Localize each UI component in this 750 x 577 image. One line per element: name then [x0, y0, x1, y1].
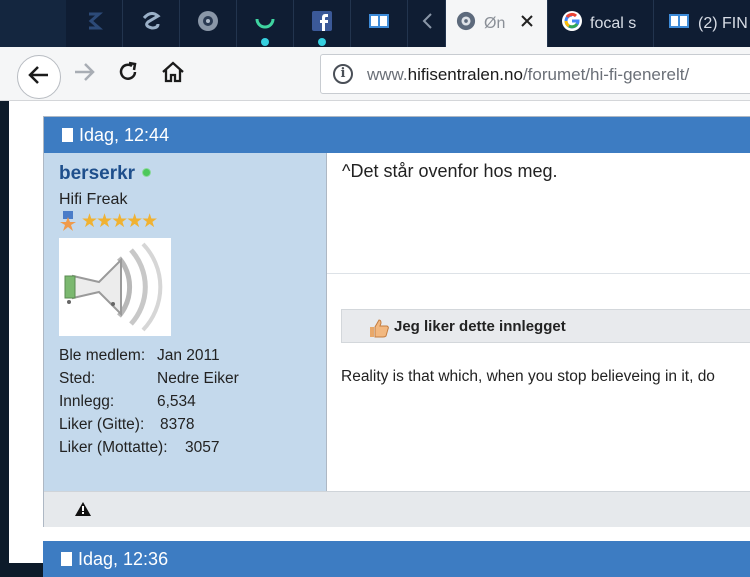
- url-path: /forumet/hi-fi-generelt/: [522, 65, 690, 84]
- document-icon: [62, 128, 73, 142]
- stat-value: 3057: [185, 439, 220, 456]
- tab-google[interactable]: focal s: [548, 0, 654, 47]
- tab-title: (2) FIN: [698, 14, 748, 32]
- stat-label: Liker (Mottatte):: [59, 439, 168, 456]
- s-logo-icon: [83, 10, 105, 37]
- home-icon: [161, 60, 185, 88]
- tab-scroll-left[interactable]: [408, 0, 446, 47]
- stat-label: Liker (Gitte):: [59, 416, 145, 433]
- user-rank: Hifi Freak: [59, 191, 128, 208]
- signature: Reality is that which, when you stop bel…: [341, 368, 715, 385]
- post-header: Idag, 12:44: [44, 117, 750, 153]
- notification-dot: [261, 38, 269, 46]
- document-icon: [61, 552, 72, 566]
- url-prefix: www.: [367, 65, 408, 84]
- url-text[interactable]: www.hifisentralen.no/forumet/hi-fi-gener…: [367, 65, 689, 85]
- rank-stars-icon: ★★★★★: [59, 210, 158, 233]
- disc-icon: [456, 11, 476, 36]
- tab-title: focal s: [590, 14, 637, 32]
- stat-row: Ble medlem: Jan 2011: [59, 344, 239, 367]
- stat-label: Sted:: [59, 370, 96, 387]
- user-info-panel: berserkr Hifi Freak ★★★★★ Ble medlem: Ja…: [44, 153, 327, 491]
- forward-button[interactable]: [67, 57, 101, 91]
- forum-post: Idag, 12:44 berserkr Hifi Freak ★★★★★ Bl…: [43, 116, 750, 527]
- tab-active[interactable]: Øn: [446, 0, 548, 47]
- notification-dot: [318, 38, 326, 46]
- stat-value: 8378: [160, 416, 195, 433]
- tab-title: Øn: [484, 14, 506, 32]
- sidebar-strip: [0, 0, 66, 47]
- tab-bar: Øn focal s (2) FIN: [0, 0, 750, 47]
- tab-pinned-disc[interactable]: [180, 0, 237, 47]
- reload-button[interactable]: [111, 57, 145, 91]
- stat-label: Ble medlem:: [59, 347, 146, 364]
- close-icon[interactable]: [520, 14, 534, 33]
- tab-pinned-loading[interactable]: [237, 0, 294, 47]
- tab-pinned-s[interactable]: [66, 0, 123, 47]
- user-stats: Ble medlem: Jan 2011 Sted: Nedre Eiker Inn…: [59, 344, 239, 459]
- loading-arc-icon: [254, 10, 276, 37]
- like-bar: Jeg liker dette innlegget: [341, 309, 750, 343]
- book-icon: [368, 13, 390, 34]
- arrow-left-icon: [28, 65, 50, 90]
- facebook-icon: [311, 10, 333, 37]
- chevron-left-icon: [421, 12, 433, 35]
- username-link[interactable]: berserkr: [59, 163, 135, 185]
- post-message: ^Det står ovenfor hos meg.: [342, 161, 558, 181]
- info-icon[interactable]: i: [333, 64, 353, 84]
- nav-toolbar: i www.hifisentralen.no/forumet/hi-fi-gen…: [0, 47, 750, 101]
- url-domain: hifisentralen.no: [407, 65, 523, 84]
- stat-row: Liker (Gitte): 8378: [59, 413, 239, 436]
- post-header: Idag, 12:36: [43, 541, 750, 577]
- star-rating: ★★★★★: [81, 211, 158, 232]
- back-button[interactable]: [17, 55, 61, 99]
- tab-pinned-facebook[interactable]: [294, 0, 351, 47]
- post-time: Idag, 12:44: [79, 124, 170, 145]
- tab-pinned-book[interactable]: [351, 0, 408, 47]
- google-icon: [562, 11, 582, 36]
- book-icon: [668, 13, 690, 34]
- stat-row: Innlegg: 6,534: [59, 390, 239, 413]
- avatar[interactable]: [59, 238, 171, 336]
- stat-value: Jan 2011: [157, 347, 220, 364]
- stat-row: Liker (Mottatte): 3057: [59, 436, 239, 459]
- reload-icon: [117, 61, 139, 88]
- stat-label: Innlegg:: [59, 393, 115, 410]
- thumbs-up-icon[interactable]: [368, 317, 390, 344]
- page-content: Idag, 12:44 berserkr Hifi Freak ★★★★★ Bl…: [9, 101, 750, 577]
- home-button[interactable]: [156, 57, 190, 91]
- stat-value: Nedre Eiker: [157, 370, 239, 387]
- disc-icon: [197, 10, 219, 37]
- report-warning-icon[interactable]: [74, 501, 92, 522]
- s-swirl-icon: [140, 10, 162, 37]
- arrow-right-icon: [73, 62, 95, 87]
- tab-pinned-swirl[interactable]: [123, 0, 180, 47]
- url-bar[interactable]: i www.hifisentralen.no/forumet/hi-fi-gen…: [320, 54, 750, 94]
- like-label[interactable]: Jeg liker dette innlegget: [394, 318, 566, 335]
- tab-fin[interactable]: (2) FIN: [654, 0, 750, 47]
- online-status-icon: [142, 168, 151, 177]
- post-footer: [44, 491, 750, 527]
- divider: [327, 273, 750, 274]
- speaker-avatar-image: [64, 242, 163, 332]
- stat-row: Sted: Nedre Eiker: [59, 367, 239, 390]
- post-time: Idag, 12:36: [78, 548, 169, 569]
- medal-icon: [59, 210, 77, 233]
- stat-value: 6,534: [157, 393, 196, 410]
